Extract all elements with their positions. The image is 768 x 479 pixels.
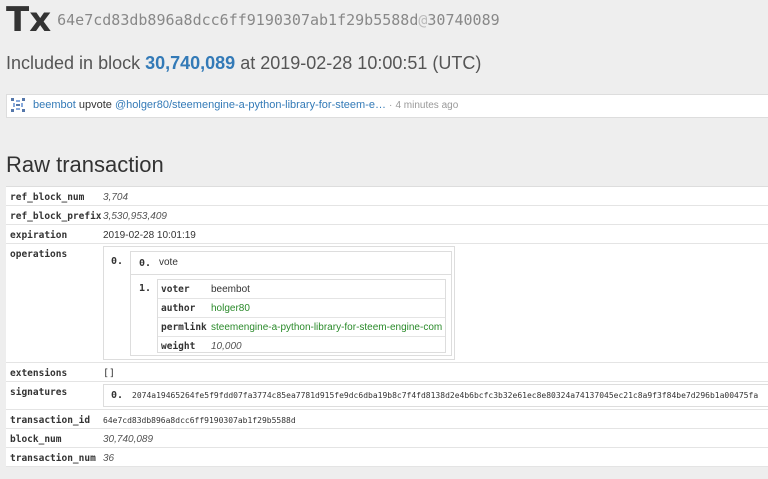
value-ref-block-prefix: 3,530,953,409 [103,211,167,222]
signatures-list: 0. 2074a19465264fe5f9fdd07fa3774c85ea778… [103,384,768,407]
op-action: upvote [78,99,112,111]
value-extensions: [] [103,368,116,379]
key-ref-block-prefix: ref_block_prefix [10,211,102,222]
time-ago: 4 minutes ago [395,100,459,111]
field-weight: weight 10,000 [158,337,445,355]
identicon-icon [10,97,26,113]
included-prefix: Included in block [6,53,141,73]
op-type-index: 0. [139,258,152,269]
row-block-num: block_num 30,740,089 [6,429,768,448]
field-voter: voter beembot [158,280,445,299]
field-voter-key: voter [161,284,190,295]
separator-dot: · [389,100,393,111]
signature-value: 2074a19465264fe5f9fdd07fa3774c85ea7781d9… [132,391,759,400]
key-expiration: expiration [10,230,68,241]
field-weight-value: 10,000 [211,341,242,352]
raw-transaction-heading: Raw transaction [6,152,164,177]
op-type: vote [159,257,178,268]
included-in-block: Included in block 30,740,089 at 2019-02-… [6,53,481,74]
field-weight-key: weight [161,341,196,352]
field-author: author holger80 [158,299,445,318]
row-ref-block-num: ref_block_num 3,704 [6,187,768,206]
value-block-num: 30,740,089 [103,434,154,445]
row-extensions: extensions [] [6,363,768,382]
key-operations: operations [10,249,68,260]
tx-label: Tx [6,0,52,40]
row-transaction-id: transaction_id 64e7cd83db896a8dcc6ff9190… [6,410,768,429]
key-block-num: block_num [10,434,62,445]
page-title: Tx 64e7cd83db896a8dcc6ff9190307ab1f29b558… [6,0,500,40]
key-transaction-num: transaction_num [10,453,96,464]
post-link[interactable]: @holger80/steemengine-a-python-library-f… [115,99,386,111]
key-extensions: extensions [10,368,68,379]
row-ref-block-prefix: ref_block_prefix 3,530,953,409 [6,206,768,225]
value-transaction-num: 36 [103,453,115,464]
key-ref-block-num: ref_block_num [10,192,85,203]
tx-block-ref: 30740089 [427,11,500,29]
voter-link[interactable]: beembot [33,99,76,111]
included-suffix: at 2019-02-28 10:00:51 (UTC) [240,53,482,73]
signature-index: 0. [111,390,124,401]
field-permlink-key: permlink [161,322,207,333]
raw-transaction-table: ref_block_num 3,704 ref_block_prefix 3,5… [6,186,768,467]
row-transaction-num: transaction_num 36 [6,448,768,467]
tx-hash: 64e7cd83db896a8dcc6ff9190307ab1f29b5588d… [57,11,500,29]
field-author-key: author [161,303,196,314]
value-transaction-id: 64e7cd83db896a8dcc6ff9190307ab1f29b5588d [103,416,296,425]
key-signatures: signatures [10,387,68,398]
row-expiration: expiration 2019-02-28 10:01:19 [6,225,768,244]
operation-item: 0. vote 1. voter beembot author holger80… [130,251,452,356]
operation-type-row: 0. vote [131,252,451,275]
operation-index: 0. [111,256,124,267]
block-link[interactable]: 30,740,089 [145,53,235,73]
field-permlink: permlink steemengine-a-python-library-fo… [158,318,445,337]
operation-summary-card: beembot upvote @holger80/steemengine-a-p… [6,94,768,118]
op-body-index: 1. [139,283,152,294]
key-transaction-id: transaction_id [10,415,91,426]
vote-fields: voter beembot author holger80 permlink s… [157,279,446,353]
row-signatures: signatures 0. 2074a19465264fe5f9fdd07fa3… [6,382,768,410]
tx-hash-value: 64e7cd83db896a8dcc6ff9190307ab1f29b5588d [57,11,419,29]
operations-list: 0. 0. vote 1. voter beembot author holge… [103,246,455,360]
field-author-value[interactable]: holger80 [211,303,250,314]
value-ref-block-num: 3,704 [103,192,129,203]
value-expiration: 2019-02-28 10:01:19 [103,230,196,241]
field-voter-value: beembot [211,284,250,295]
row-operations: operations 0. 0. vote 1. voter beembot a… [6,244,768,363]
field-permlink-value[interactable]: steemengine-a-python-library-for-steem-e… [211,322,442,333]
